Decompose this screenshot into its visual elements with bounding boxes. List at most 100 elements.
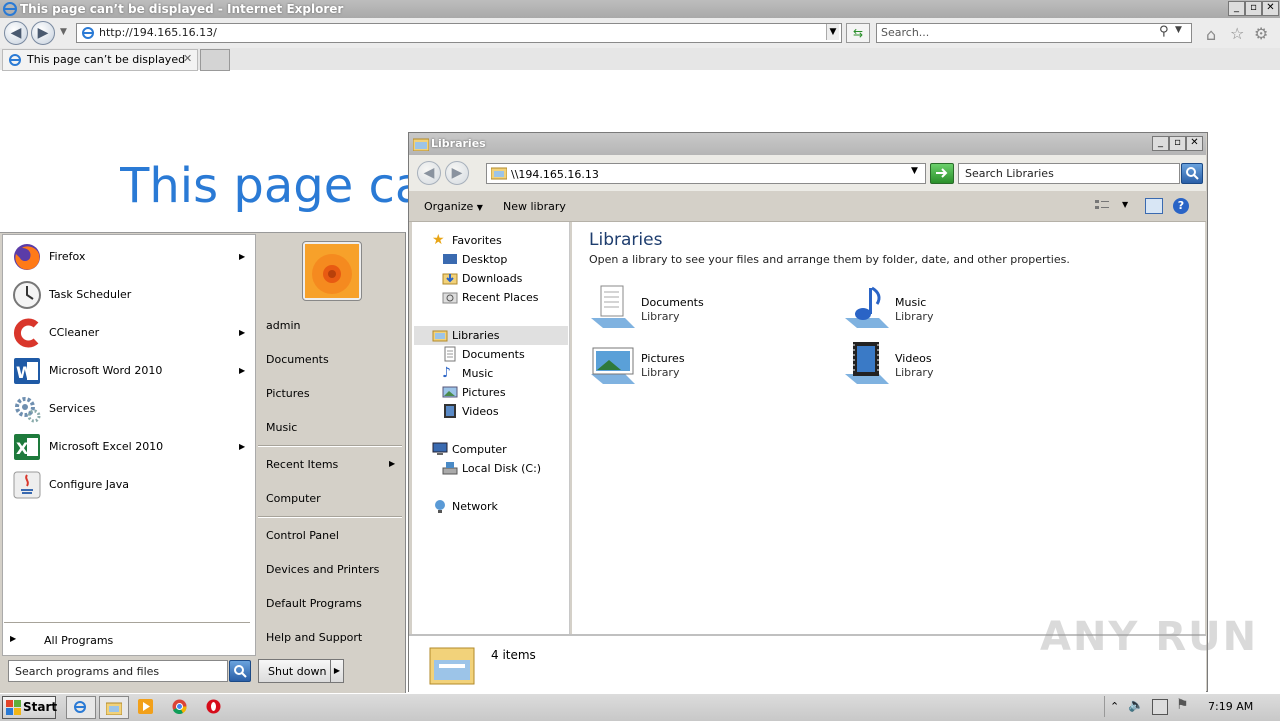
maximize-button[interactable]: ▫ <box>1245 1 1262 16</box>
minimize-button[interactable]: _ <box>1228 1 1245 16</box>
start-link-pictures[interactable]: Pictures <box>266 387 310 400</box>
address-dropdown-icon[interactable]: ▼ <box>911 166 918 176</box>
start-link-recent-items[interactable]: Recent Items <box>266 458 338 471</box>
start-link-devices-printers[interactable]: Devices and Printers <box>266 563 379 576</box>
forward-button[interactable]: ▶ <box>31 21 55 45</box>
all-programs-button[interactable]: ▶ All Programs <box>10 632 250 650</box>
program-label: Task Scheduler <box>49 288 132 301</box>
close-button[interactable]: ✕ <box>1262 1 1279 16</box>
program-word[interactable]: W Microsoft Word 2010 ▶ <box>3 353 253 389</box>
start-search-button[interactable] <box>229 660 251 682</box>
submenu-arrow-icon: ▶ <box>239 442 246 451</box>
downloads-icon <box>442 273 458 285</box>
explorer-back-button[interactable]: ◀ <box>417 161 441 185</box>
taskbar-ie-button[interactable] <box>66 696 96 719</box>
explorer-search-button[interactable] <box>1181 163 1203 184</box>
program-task-scheduler[interactable]: Task Scheduler <box>3 277 253 313</box>
item-count: 4 items <box>491 648 536 662</box>
documents-icon <box>444 346 456 362</box>
start-link-control-panel[interactable]: Control Panel <box>266 529 339 542</box>
all-programs-label: All Programs <box>44 634 114 647</box>
go-arrow-icon[interactable] <box>930 163 954 184</box>
ie-icon <box>74 701 86 713</box>
java-icon <box>13 471 41 499</box>
close-tab-icon[interactable]: ✕ <box>183 52 192 65</box>
shutdown-button[interactable]: Shut down <box>258 659 332 683</box>
libraries-heading: Libraries <box>589 230 663 250</box>
explorer-close-button[interactable]: ✕ <box>1186 136 1203 151</box>
search-dropdown-icon[interactable]: ▼ <box>1175 25 1182 35</box>
start-search-input[interactable]: Search programs and files <box>8 660 228 682</box>
ccleaner-icon <box>14 318 39 348</box>
program-ccleaner[interactable]: CCleaner ▶ <box>3 315 253 351</box>
program-services[interactable]: Services <box>3 391 253 427</box>
program-firefox[interactable]: Firefox ▶ <box>3 239 253 275</box>
program-excel[interactable]: X Microsoft Excel 2010 ▶ <box>3 429 253 465</box>
taskbar-media-player-button[interactable] <box>132 696 160 717</box>
new-library-button[interactable]: New library <box>503 200 566 213</box>
explorer-address-text: \\194.165.16.13 <box>511 168 599 181</box>
services-icon <box>15 397 41 423</box>
back-button[interactable]: ◀ <box>4 21 28 45</box>
explorer-address-bar[interactable]: \\194.165.16.13 ▼ <box>486 163 926 184</box>
explorer-title-bar: Libraries _ ▫ ✕ <box>409 133 1206 155</box>
libraries-icon <box>432 330 448 342</box>
ie-page-icon <box>82 27 94 39</box>
search-icon[interactable]: ⚲ <box>1159 24 1169 39</box>
program-label: Firefox <box>49 250 86 263</box>
start-link-documents[interactable]: Documents <box>266 353 329 366</box>
clock[interactable]: 7:19 AM <box>1208 700 1253 713</box>
start-menu-programs: Firefox ▶ Task Scheduler CCleaner ▶ W Mi… <box>2 234 256 656</box>
address-bar[interactable]: http://194.165.16.13/ <box>76 23 842 43</box>
library-music[interactable]: Music Library <box>843 284 1063 332</box>
new-tab-button[interactable] <box>200 49 230 71</box>
local-disk-icon <box>442 462 458 475</box>
gear-icon[interactable]: ⚙ <box>1254 24 1268 43</box>
home-icon[interactable]: ⌂ <box>1206 25 1216 44</box>
start-button[interactable]: Start <box>2 696 57 719</box>
organize-button[interactable]: Organize ▼ <box>424 200 483 213</box>
start-link-admin[interactable]: admin <box>266 319 300 332</box>
favorites-star-icon[interactable]: ☆ <box>1230 24 1244 43</box>
videos-library-icon <box>845 342 889 384</box>
explorer-minimize-button[interactable]: _ <box>1152 136 1169 151</box>
view-dropdown-icon[interactable]: ▼ <box>1122 200 1128 209</box>
shutdown-options-button[interactable]: ▶ <box>330 659 344 683</box>
address-dropdown-icon[interactable]: ▼ <box>826 24 839 40</box>
refresh-icon[interactable]: ⇆ <box>846 23 870 43</box>
preview-pane-icon[interactable] <box>1145 198 1163 214</box>
taskbar-opera-button[interactable] <box>200 696 228 717</box>
explorer-search-input[interactable]: Search Libraries <box>958 163 1180 184</box>
ie-search-input[interactable]: Search... ⚲ ▼ <box>876 23 1192 43</box>
ie-tab[interactable]: This page can’t be displayed ✕ <box>2 49 198 71</box>
nav-label: Libraries <box>452 329 500 342</box>
start-link-computer[interactable]: Computer <box>266 492 321 505</box>
program-configure-java[interactable]: Configure Java <box>3 467 253 503</box>
start-link-help-support[interactable]: Help and Support <box>266 631 362 644</box>
show-hidden-icons-icon[interactable]: ⌃ <box>1110 700 1119 713</box>
nav-label: Network <box>452 500 498 513</box>
tab-title: This page can’t be displayed <box>27 53 186 66</box>
start-link-default-programs[interactable]: Default Programs <box>266 597 362 610</box>
taskbar-chrome-button[interactable] <box>166 696 194 717</box>
taskbar-explorer-button[interactable] <box>99 696 129 719</box>
library-pictures[interactable]: Pictures Library <box>589 340 809 388</box>
action-center-flag-icon[interactable]: ⚑ <box>1176 697 1189 713</box>
help-icon[interactable]: ? <box>1173 198 1189 214</box>
avatar[interactable] <box>302 241 362 301</box>
explorer-maximize-button[interactable]: ▫ <box>1169 136 1186 151</box>
explorer-forward-button[interactable]: ▶ <box>445 161 469 185</box>
view-options-icon[interactable] <box>1094 198 1110 212</box>
submenu-arrow-icon: ▶ <box>389 459 396 468</box>
library-documents[interactable]: Documents Library <box>589 284 809 332</box>
volume-icon[interactable]: 🔈 <box>1128 698 1144 713</box>
history-dropdown-icon[interactable]: ▼ <box>60 27 67 37</box>
submenu-arrow-icon: ▶ <box>239 366 246 375</box>
libraries-folder-icon <box>413 138 429 151</box>
network-tray-icon[interactable] <box>1152 699 1168 715</box>
explorer-window-title: Libraries <box>431 137 486 150</box>
start-link-music[interactable]: Music <box>266 421 297 434</box>
library-videos[interactable]: Videos Library <box>843 340 1063 388</box>
nav-label: Computer <box>452 443 507 456</box>
recent-places-icon <box>442 292 458 304</box>
